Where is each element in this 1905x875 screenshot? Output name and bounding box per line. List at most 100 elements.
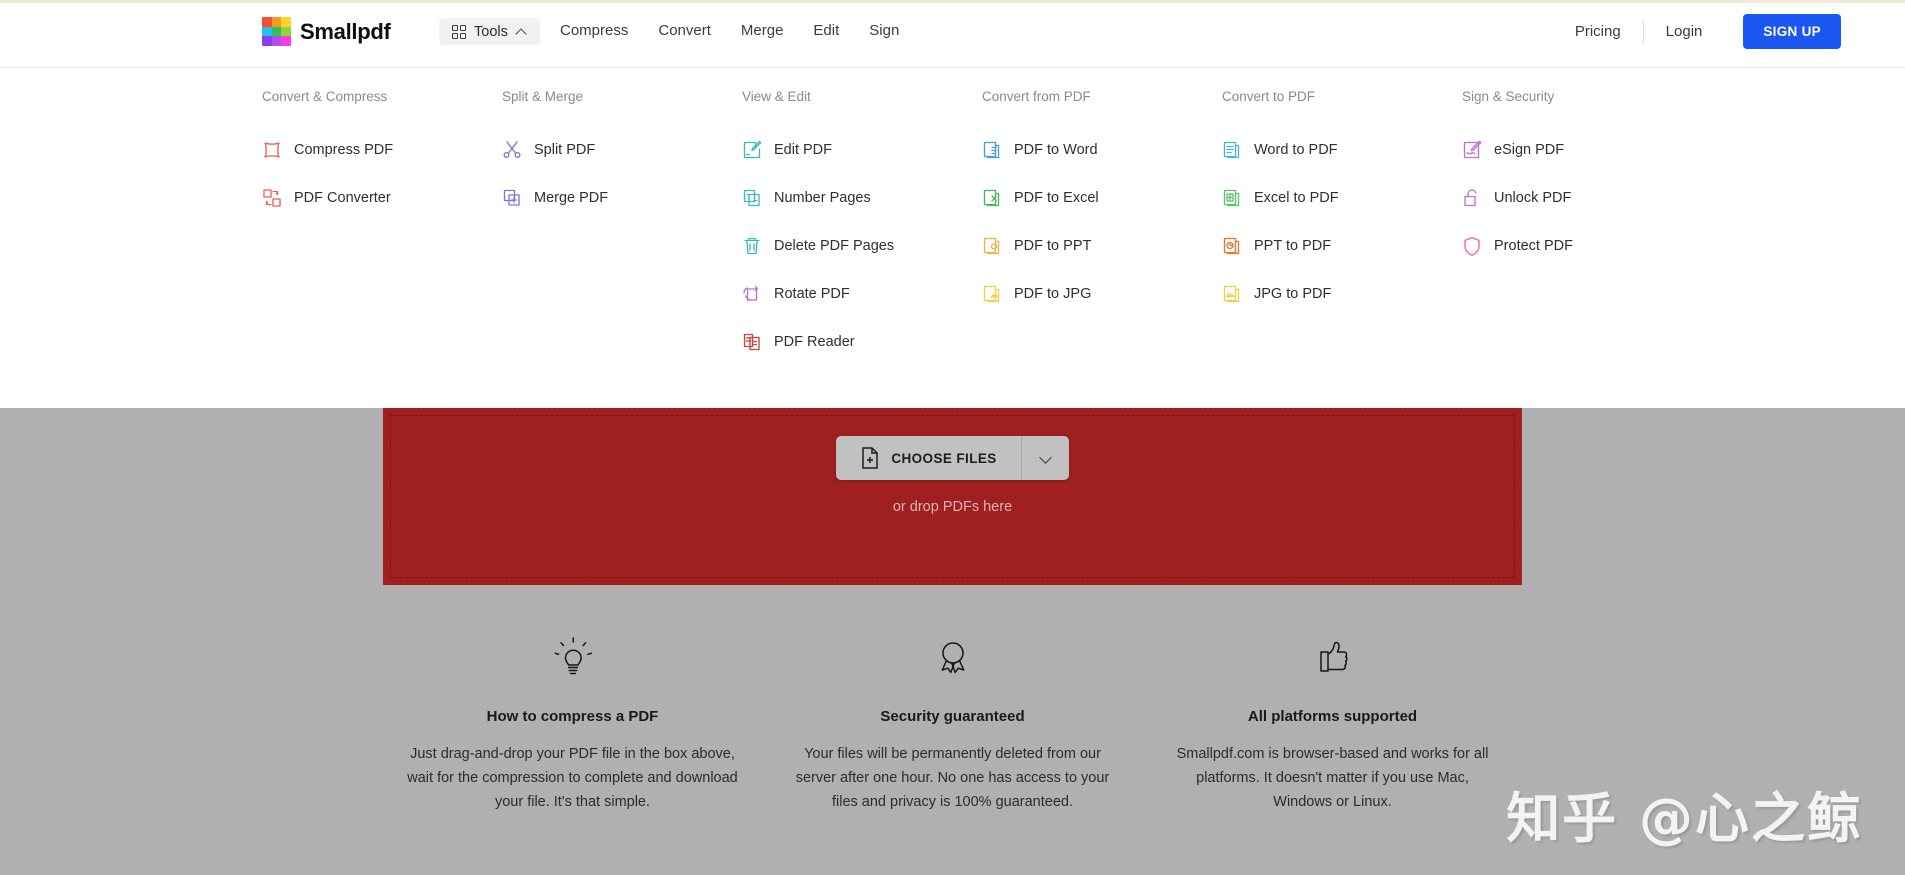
rotate-pdf-icon [742,284,762,304]
trash-icon [742,236,762,256]
tools-menu-item-label: Protect PDF [1494,238,1573,254]
tools-menu-column-title: Convert & Compress [262,89,388,104]
login-link[interactable]: Login [1644,15,1725,49]
jpg-to-pdf-icon [1222,284,1242,304]
tools-menu-item-word-to-pdf[interactable]: Word to PDF [1222,126,1462,174]
tools-menu-item-label: Merge PDF [534,190,609,206]
tools-menu-item-label: PDF to JPG [1014,286,1092,302]
tools-menu-item-pdf-converter[interactable]: PDF Converter [262,174,502,222]
tools-menu-item-pdf-to-ppt[interactable]: PDF to PPT [982,222,1222,270]
tools-menu-item-label: Number Pages [774,190,871,206]
choose-files-group: CHOOSE FILES [836,436,1069,480]
dropzone-center: CHOOSE FILES or drop PDFs here [383,436,1522,515]
tools-menu-item-excel-to-pdf[interactable]: Excel to PDF [1222,174,1462,222]
brand-name: Smallpdf [300,18,391,44]
page-content-dimmed: CHOOSE FILES or drop PDFs here How to co… [0,408,1905,875]
tools-menu-item-edit-pdf[interactable]: Edit PDF [742,126,982,174]
pricing-link[interactable]: Pricing [1553,15,1643,49]
nav-item-edit[interactable]: Edit [813,22,839,39]
nav-item-sign[interactable]: Sign [869,22,899,39]
tools-menu-item-pdf-to-jpg[interactable]: PDF to JPG [982,270,1222,318]
tools-menu-columns: Convert & Compress Compress PDF PDF Conver… [262,89,1702,366]
tools-menu-item-pdf-reader[interactable]: PDF Reader [742,318,982,366]
tools-menu-item-label: Delete PDF Pages [774,238,895,254]
tools-menu-column-title: Sign & Security [1462,89,1555,104]
chevron-up-icon [516,26,527,37]
thumbs-up-icon [1167,630,1499,686]
pdf-to-jpg-icon [982,284,1002,304]
tools-menu-column-title: Split & Merge [502,89,584,104]
feature-body: Your files will be permanently deleted f… [795,746,1110,810]
feature-card: Security guaranteed Your files will be pe… [763,630,1143,814]
nav-item-convert[interactable]: Convert [658,22,711,39]
tools-menu-item-label: eSign PDF [1494,142,1565,158]
chevron-down-icon [1039,452,1052,465]
compress-pdf-icon [262,140,282,160]
feature-title: All platforms supported [1247,708,1418,725]
tools-menu-item-label: Excel to PDF [1254,190,1339,206]
tools-menu-column: Split & Merge Split PDF Merge PDF [502,89,742,366]
tools-menu-item-delete-pdf-pages[interactable]: Delete PDF Pages [742,222,982,270]
file-add-icon [862,447,879,469]
tools-menu-item-unlock-pdf[interactable]: Unlock PDF [1462,174,1702,222]
shield-icon [1462,236,1482,256]
tools-menu-item-label: Unlock PDF [1494,190,1572,206]
tools-menu-column: View & Edit Edit PDF Number Pages Delete PD… [742,89,982,366]
smallpdf-logo-icon [262,17,291,46]
tools-menu-item-ppt-to-pdf[interactable]: PPT to PDF [1222,222,1462,270]
tools-menu-item-split-pdf[interactable]: Split PDF [502,126,742,174]
feature-title: How to compress a PDF [486,708,659,725]
merge-pdf-icon [502,188,522,208]
choose-files-button[interactable]: CHOOSE FILES [836,436,1020,480]
tools-menu-item-label: Split PDF [534,142,596,158]
excel-to-pdf-icon [1222,188,1242,208]
tools-menu-item-number-pages[interactable]: Number Pages [742,174,982,222]
choose-files-label: CHOOSE FILES [891,450,997,466]
signup-button[interactable]: SIGN UP [1743,14,1841,49]
esign-pdf-icon [1462,140,1482,160]
ppt-to-pdf-icon [1222,236,1242,256]
tools-menu-item-jpg-to-pdf[interactable]: JPG to PDF [1222,270,1462,318]
tools-button[interactable]: Tools [439,18,540,45]
tools-menu-item-label: PDF Converter [294,190,391,206]
tools-menu-item-protect-pdf[interactable]: Protect PDF [1462,222,1702,270]
tools-menu-column: Convert from PDF PDF to Word PDF to Excel P… [982,89,1222,366]
tools-menu-item-label: Word to PDF [1254,142,1338,158]
grid-icon [452,24,466,39]
feature-body: Smallpdf.com is browser-based and works … [1176,746,1489,810]
tools-menu-item-label: PPT to PDF [1254,238,1332,254]
tools-menu-item-label: Rotate PDF [774,286,850,302]
brand-logo[interactable]: Smallpdf [262,17,391,46]
tools-menu-item-label: PDF to PPT [1014,238,1092,254]
tools-menu-column: Convert & Compress Compress PDF PDF Conver… [262,89,502,366]
page-root: Smallpdf Tools Compress Convert Merge Ed… [0,0,1905,875]
file-dropzone[interactable]: CHOOSE FILES or drop PDFs here [383,408,1522,585]
tools-menu-item-label: PDF to Word [1014,142,1098,158]
watermark: 知乎 @心之鲸 [1506,787,1863,850]
tools-menu-item-pdf-to-excel[interactable]: PDF to Excel [982,174,1222,222]
tools-menu-item-label: Edit PDF [774,142,833,158]
edit-pdf-icon [742,140,762,160]
tools-menu-item-merge-pdf[interactable]: Merge PDF [502,174,742,222]
tools-button-label: Tools [474,23,508,40]
tools-menu-item-esign-pdf[interactable]: eSign PDF [1462,126,1702,174]
tools-menu-item-compress-pdf[interactable]: Compress PDF [262,126,502,174]
feature-title: Security guaranteed [880,708,1025,725]
choose-files-dropdown-toggle[interactable] [1020,436,1069,480]
feature-body: Just drag-and-drop your PDF file in the … [407,746,738,810]
lightbulb-icon [407,630,739,686]
tools-menu-item-pdf-to-word[interactable]: PDF to Word [982,126,1222,174]
feature-card: How to compress a PDF Just drag-and-drop … [383,630,763,814]
drop-hint-text: or drop PDFs here [892,499,1013,515]
nav-item-compress[interactable]: Compress [560,22,628,39]
nav-item-merge[interactable]: Merge [741,22,784,39]
tools-menu-item-label: JPG to PDF [1254,286,1332,302]
tools-menu-column-title: View & Edit [742,89,811,104]
pdf-to-ppt-icon [982,236,1002,256]
tools-menu-column-title: Convert to PDF [1222,89,1316,104]
tools-menu-item-rotate-pdf[interactable]: Rotate PDF [742,270,982,318]
header-right-group: Pricing Login SIGN UP [1553,14,1841,49]
tools-menu-column: Convert to PDF Word to PDF Excel to PDF PPT… [1222,89,1462,366]
number-pages-icon [742,188,762,208]
pdf-to-excel-icon [982,188,1002,208]
